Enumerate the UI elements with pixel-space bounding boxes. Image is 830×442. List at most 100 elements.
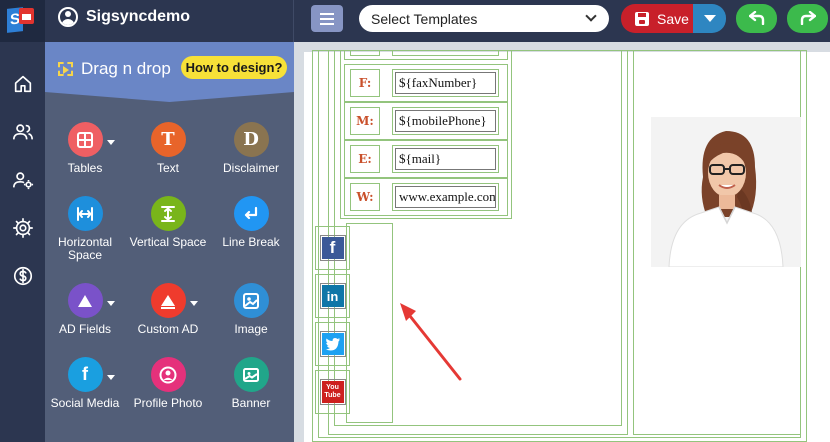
twitter-icon — [321, 333, 344, 355]
save-options-dropdown[interactable] — [693, 4, 726, 33]
hamburger-icon — [320, 12, 334, 15]
component-label: Text — [156, 161, 179, 175]
text-t-icon: T — [150, 122, 186, 157]
field-value[interactable]: ${mail} — [392, 145, 499, 173]
component-vertical-space[interactable]: Vertical Space — [128, 196, 208, 249]
vertical-space-icon — [150, 196, 186, 231]
template-select-value: Select Templates — [371, 10, 478, 27]
design-canvas: F: ${faxNumber} M: ${mobilePhone} E: ${m… — [294, 42, 830, 442]
caret-down-icon[interactable] — [107, 375, 115, 380]
component-banner[interactable]: Banner — [211, 357, 291, 410]
table-icon — [67, 122, 103, 157]
social-media-icon: f — [67, 357, 103, 392]
dollar-icon[interactable] — [0, 259, 45, 293]
app-root: S Sigsyncdemo Select Templates Save Drag… — [0, 0, 830, 442]
horizontal-space-icon — [67, 196, 103, 231]
signature-page[interactable]: F: ${faxNumber} M: ${mobilePhone} E: ${m… — [304, 50, 830, 442]
component-label: Custom AD — [137, 322, 199, 336]
component-label: Tables — [67, 161, 103, 175]
disclaimer-d-icon: D — [233, 122, 269, 157]
save-label: Save — [657, 10, 689, 27]
contact-row-mobile[interactable]: M: ${mobilePhone} — [344, 102, 508, 140]
contact-row-partial[interactable] — [344, 50, 508, 60]
topbar-divider — [293, 0, 294, 42]
component-label: Banner — [231, 396, 271, 410]
components-panel: Drag n drop How to design? Tables T Text… — [45, 42, 294, 442]
redo-button[interactable] — [787, 4, 828, 33]
line-break-icon — [233, 196, 269, 231]
component-label: Profile Photo — [133, 396, 203, 410]
panel-toggle-button[interactable] — [311, 5, 343, 32]
home-icon[interactable] — [0, 67, 45, 101]
users-icon[interactable] — [0, 115, 45, 149]
user-settings-icon[interactable] — [0, 163, 45, 197]
component-label: Image — [234, 322, 268, 336]
contact-row-website[interactable]: W: www.example.com — [344, 178, 508, 216]
field-value-cell-partial — [392, 50, 499, 56]
profile-photo-portrait[interactable] — [651, 117, 801, 267]
social-cell-linkedin[interactable]: in — [315, 274, 350, 318]
account-menu[interactable]: Sigsyncdemo — [58, 6, 190, 28]
component-tables[interactable]: Tables — [45, 122, 125, 175]
field-value[interactable]: www.example.com — [392, 183, 499, 211]
template-select[interactable]: Select Templates — [359, 5, 609, 32]
social-cell-twitter[interactable] — [315, 322, 350, 366]
youtube-icon: You Tube — [321, 381, 344, 403]
logo-calendar-icon — [19, 8, 34, 24]
field-value[interactable]: ${mobilePhone} — [392, 107, 499, 135]
field-label: M: — [350, 107, 380, 135]
field-label: F: — [350, 69, 380, 97]
field-value[interactable]: ${faxNumber} — [392, 69, 499, 97]
field-label: E: — [350, 145, 380, 173]
panel-title: Drag n drop — [81, 59, 171, 78]
linkedin-icon: in — [321, 285, 344, 307]
component-label: Disclaimer — [222, 161, 279, 175]
save-disk-icon — [635, 11, 649, 26]
component-label: AD Fields — [58, 322, 111, 336]
caret-down-icon[interactable] — [107, 140, 115, 145]
field-label: W: — [350, 183, 380, 211]
custom-ad-icon — [150, 283, 186, 318]
profile-photo-icon — [150, 357, 186, 392]
component-line-break[interactable]: Line Break — [211, 196, 291, 249]
component-custom-ad[interactable]: Custom AD — [128, 283, 208, 336]
account-name: Sigsyncdemo — [86, 8, 191, 25]
component-label: Line Break — [222, 235, 280, 249]
caret-down-icon[interactable] — [107, 301, 115, 306]
contact-row-fax[interactable]: F: ${faxNumber} — [344, 64, 508, 102]
top-bar: S Sigsyncdemo Select Templates Save — [0, 0, 830, 42]
save-button[interactable]: Save — [621, 4, 693, 33]
component-disclaimer[interactable]: D Disclaimer — [211, 122, 291, 175]
component-social-media[interactable]: f Social Media — [45, 357, 125, 410]
app-logo[interactable]: S — [0, 0, 45, 42]
social-cell-facebook[interactable]: f — [315, 226, 350, 270]
undo-button[interactable] — [736, 4, 777, 33]
component-label: Social Media — [50, 396, 120, 410]
component-label: Vertical Space — [129, 235, 207, 249]
settings-gear-icon[interactable] — [0, 211, 45, 245]
component-image[interactable]: Image — [211, 283, 291, 336]
contact-row-email[interactable]: E: ${mail} — [344, 140, 508, 178]
annotation-arrow — [400, 303, 462, 381]
social-cell-youtube[interactable]: You Tube — [315, 370, 350, 414]
component-ad-fields[interactable]: AD Fields — [45, 283, 125, 336]
nav-rail — [0, 42, 45, 442]
component-horizontal-space[interactable]: Horizontal Space — [45, 196, 125, 262]
undo-arrow-icon — [748, 10, 764, 26]
component-profile-photo[interactable]: Profile Photo — [128, 357, 208, 410]
portrait-illustration — [651, 117, 801, 267]
banner-icon — [233, 357, 269, 392]
chevron-down-icon — [585, 10, 597, 22]
account-avatar-icon — [58, 7, 78, 27]
caret-down-icon[interactable] — [190, 301, 198, 306]
redo-arrow-icon — [800, 10, 816, 26]
component-label: Horizontal Space — [57, 235, 113, 262]
field-label-cell-partial — [350, 50, 380, 56]
image-icon — [233, 283, 269, 318]
drag-drop-icon — [58, 62, 73, 76]
social-icons-table[interactable] — [346, 223, 393, 423]
how-to-design-button[interactable]: How to design? — [181, 56, 287, 79]
ad-fields-icon — [67, 283, 103, 318]
facebook-icon: f — [321, 237, 344, 259]
component-text[interactable]: T Text — [128, 122, 208, 175]
